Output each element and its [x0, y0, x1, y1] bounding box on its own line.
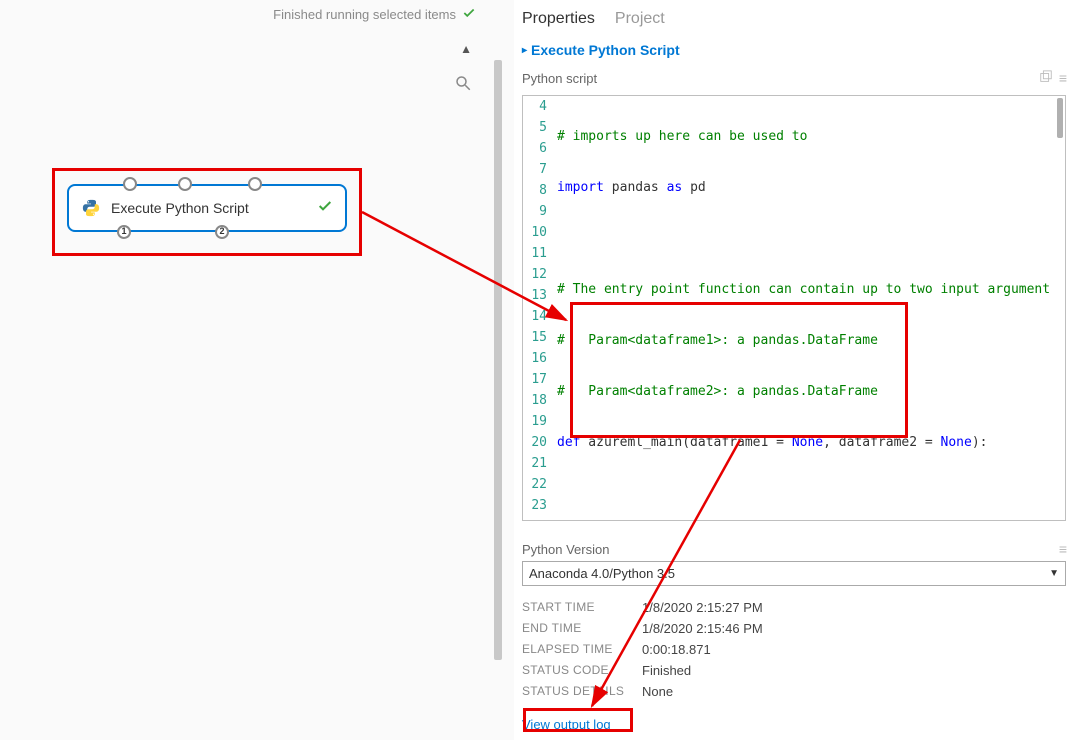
popout-icon[interactable]: [1039, 70, 1053, 87]
start-time-value: 1/8/2020 2:15:27 PM: [642, 600, 763, 615]
pane-divider[interactable]: [494, 60, 502, 660]
python-script-label: Python script: [522, 71, 597, 86]
tab-properties[interactable]: Properties: [522, 10, 595, 28]
canvas-pane: Finished running selected items ▲ Execut…: [0, 0, 496, 740]
section-title-text: Execute Python Script: [531, 42, 680, 58]
status-details-label: STATUS DETAILS: [522, 684, 642, 699]
elapsed-time-value: 0:00:18.871: [642, 642, 711, 657]
elapsed-time-label: ELAPSED TIME: [522, 642, 642, 657]
check-icon: [462, 6, 476, 23]
run-status-text: Finished running selected items: [273, 7, 456, 22]
collapse-triangle-icon: ▸: [522, 45, 527, 56]
status-details-value: None: [642, 684, 673, 699]
section-header[interactable]: ▸ Execute Python Script: [514, 34, 1074, 66]
chevron-up-icon[interactable]: ▲: [460, 42, 472, 56]
start-time-label: START TIME: [522, 600, 642, 615]
chevron-down-icon: ▼: [1049, 568, 1059, 579]
annotation-box-node: [52, 168, 362, 256]
python-version-label: Python Version: [522, 542, 609, 557]
line-gutter: 456 789 101112 131415 161718 192021 2223: [523, 96, 553, 520]
status-code-value: Finished: [642, 663, 691, 678]
menu-icon[interactable]: ≡: [1059, 541, 1066, 557]
annotation-box-code: [570, 302, 908, 438]
menu-icon[interactable]: ≡: [1059, 70, 1066, 87]
python-version-select[interactable]: Anaconda 4.0/Python 3.5 ▼: [522, 561, 1066, 586]
search-icon[interactable]: [454, 74, 472, 95]
end-time-value: 1/8/2020 2:15:46 PM: [642, 621, 763, 636]
run-status: Finished running selected items: [273, 6, 476, 23]
end-time-label: END TIME: [522, 621, 642, 636]
python-version-value: Anaconda 4.0/Python 3.5: [529, 566, 675, 581]
tab-project[interactable]: Project: [615, 10, 665, 28]
tab-bar: Properties Project: [514, 0, 1074, 34]
annotation-box-log: [523, 708, 633, 732]
status-code-label: STATUS CODE: [522, 663, 642, 678]
